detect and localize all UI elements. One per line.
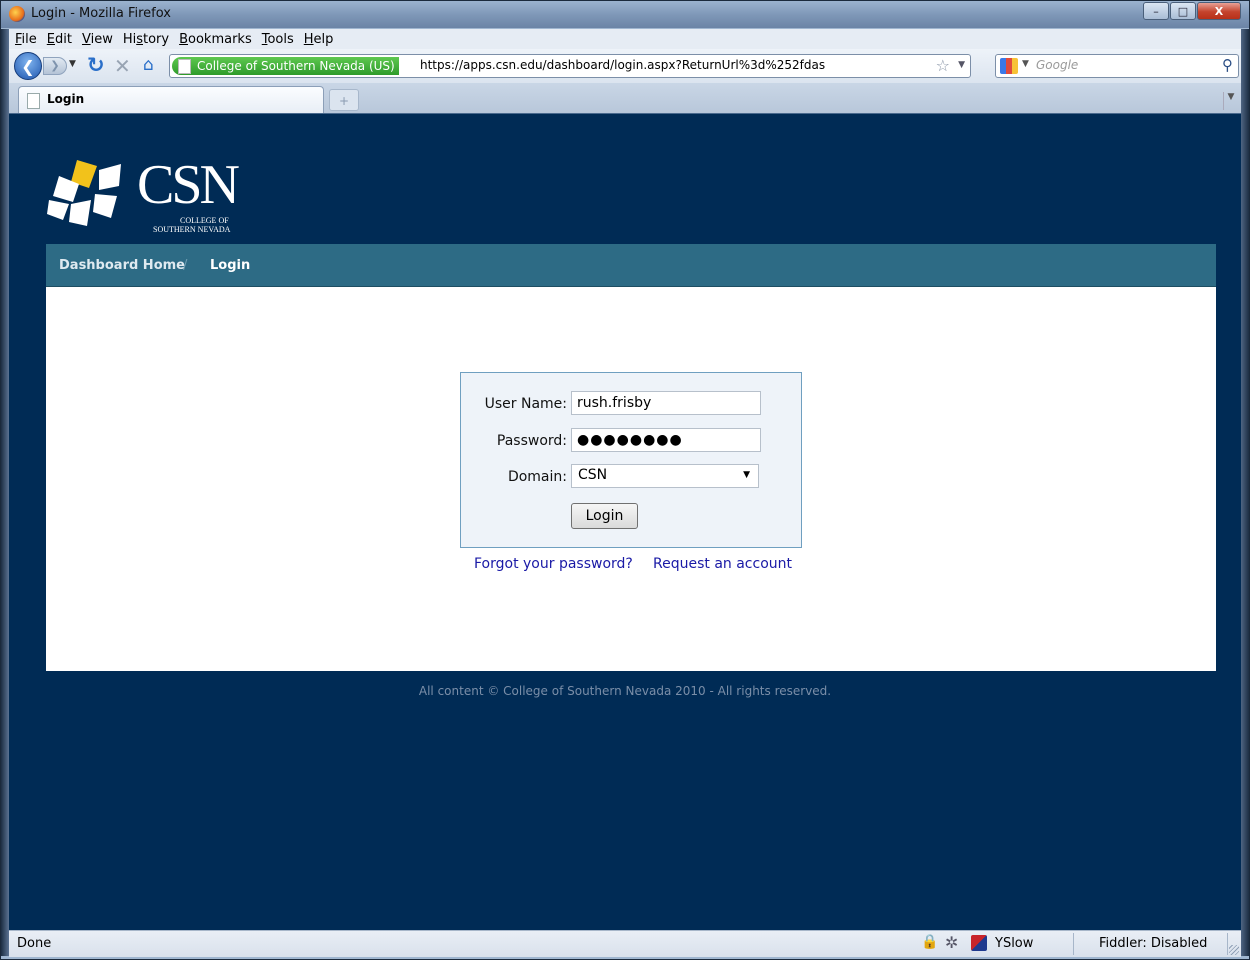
navigation-toolbar: ❮ ❯ ▼ ↻ ✕ ⌂ College of Southern Nevada (… xyxy=(9,49,1241,83)
logo-subtitle-2: SOUTHERN NEVADA xyxy=(153,225,231,234)
password-field[interactable]: ●●●●●●●● xyxy=(571,428,761,452)
window-title: Login - Mozilla Firefox xyxy=(31,6,171,21)
csn-logo[interactable]: CSN COLLEGE OF SOUTHERN NEVADA xyxy=(47,156,247,236)
tab-strip: Login + ▼ xyxy=(9,83,1241,113)
minimize-button[interactable]: – xyxy=(1143,2,1169,20)
tab-login[interactable]: Login xyxy=(18,86,324,113)
main-content: User Name: rush.frisby Password: ●●●●●●●… xyxy=(46,287,1216,671)
breadcrumb-separator: / xyxy=(183,258,188,273)
footer-copyright: All content © College of Southern Nevada… xyxy=(418,684,832,698)
reload-icon[interactable]: ↻ xyxy=(87,53,105,77)
password-row: Password: ●●●●●●●● xyxy=(461,428,803,454)
title-bar: Login - Mozilla Firefox – □ X xyxy=(1,1,1249,28)
login-form: User Name: rush.frisby Password: ●●●●●●●… xyxy=(460,372,802,548)
request-account-link[interactable]: Request an account xyxy=(653,556,792,572)
lock-icon[interactable]: 🔒 xyxy=(921,934,938,950)
stop-icon[interactable]: ✕ xyxy=(114,54,131,78)
forward-button[interactable]: ❯ xyxy=(43,57,67,75)
menu-edit[interactable]: Edit xyxy=(47,32,72,47)
breadcrumb-current: Login xyxy=(210,258,251,273)
status-bar: Done 🔒 ✲ YSlow Fiddler: Disabled xyxy=(9,930,1241,957)
plus-icon: + xyxy=(338,94,350,108)
site-identity-button[interactable]: College of Southern Nevada (US) xyxy=(172,57,399,75)
username-field[interactable]: rush.frisby xyxy=(571,391,761,415)
menu-help[interactable]: Help xyxy=(304,32,334,47)
back-button[interactable]: ❮ xyxy=(14,52,42,80)
close-button[interactable]: X xyxy=(1197,2,1241,20)
forward-arrow-icon: ❯ xyxy=(50,59,60,72)
google-search-engine-icon[interactable] xyxy=(1000,58,1018,74)
breadcrumb: Dashboard Home / Login xyxy=(46,244,1216,287)
new-tab-button[interactable]: + xyxy=(329,89,359,111)
domain-row: Domain: CSN ▼ xyxy=(461,464,803,490)
forgot-password-link[interactable]: Forgot your password? xyxy=(474,556,633,572)
home-icon[interactable]: ⌂ xyxy=(143,55,154,75)
csn-star-logo-icon xyxy=(47,160,121,226)
window-frame-left xyxy=(1,29,9,956)
menu-tools[interactable]: Tools xyxy=(262,32,294,47)
status-divider xyxy=(1227,933,1228,955)
password-label: Password: xyxy=(496,433,567,449)
yslow-label[interactable]: YSlow xyxy=(995,936,1033,951)
logo-subtitle-1: COLLEGE OF xyxy=(180,216,229,225)
browser-window: Login - Mozilla Firefox – □ X File Edit … xyxy=(0,0,1250,960)
logo-text: CSN xyxy=(137,154,240,216)
site-identity-label: College of Southern Nevada (US) xyxy=(197,59,395,73)
status-divider xyxy=(1073,933,1074,955)
url-text[interactable]: https://apps.csn.edu/dashboard/login.asp… xyxy=(420,58,825,72)
status-text: Done xyxy=(17,936,52,951)
domain-select[interactable]: CSN ▼ xyxy=(571,464,759,488)
window-controls: – □ X xyxy=(1142,2,1241,20)
search-engine-dropdown-icon[interactable]: ▼ xyxy=(1022,59,1029,69)
menu-view[interactable]: View xyxy=(82,32,113,47)
firebug-icon[interactable]: ✲ xyxy=(945,933,958,952)
firefox-icon xyxy=(9,6,25,22)
maximize-button[interactable]: □ xyxy=(1170,2,1196,20)
domain-label: Domain: xyxy=(507,469,567,485)
page-icon xyxy=(178,58,191,74)
search-bar[interactable]: ▼ Google ⚲ xyxy=(995,54,1239,78)
address-bar[interactable]: College of Southern Nevada (US) https://… xyxy=(169,54,971,78)
domain-selected-value: CSN xyxy=(578,467,608,483)
fiddler-status[interactable]: Fiddler: Disabled xyxy=(1099,936,1207,951)
history-dropdown-icon[interactable]: ▼ xyxy=(69,59,76,69)
login-button[interactable]: Login xyxy=(571,503,638,529)
username-label: User Name: xyxy=(484,396,567,412)
button-row: Login xyxy=(461,503,803,529)
yslow-icon[interactable] xyxy=(971,935,987,951)
search-input[interactable]: Google xyxy=(1036,58,1078,72)
tab-label: Login xyxy=(47,92,85,106)
chevron-down-icon: ▼ xyxy=(743,470,750,480)
bookmark-star-icon[interactable]: ☆ xyxy=(936,56,950,75)
page-icon xyxy=(27,93,40,109)
search-icon[interactable]: ⚲ xyxy=(1222,56,1233,74)
url-dropdown-icon[interactable]: ▼ xyxy=(958,60,965,70)
menu-history[interactable]: History xyxy=(123,32,169,47)
back-arrow-icon: ❮ xyxy=(21,57,35,76)
menu-bar: File Edit View History Bookmarks Tools H… xyxy=(9,29,1241,49)
menu-file[interactable]: File xyxy=(15,32,37,47)
breadcrumb-home-link[interactable]: Dashboard Home xyxy=(59,258,185,273)
resize-grip-icon[interactable] xyxy=(1229,945,1239,955)
page-content: CSN COLLEGE OF SOUTHERN NEVADA Dashboard… xyxy=(9,113,1241,931)
username-row: User Name: rush.frisby xyxy=(461,391,803,417)
menu-bookmarks[interactable]: Bookmarks xyxy=(179,32,252,47)
list-all-tabs-icon[interactable]: ▼ xyxy=(1223,92,1238,110)
